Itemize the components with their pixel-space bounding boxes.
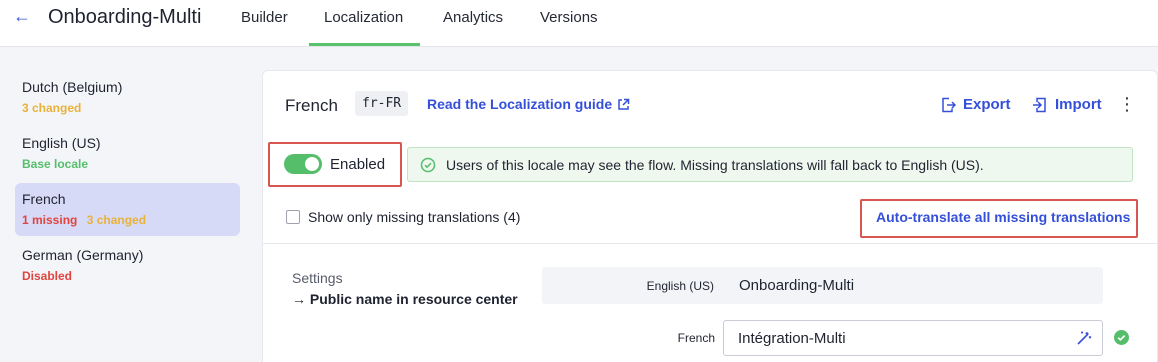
tab-versions[interactable]: Versions xyxy=(540,9,598,26)
enabled-label: Enabled xyxy=(330,156,386,173)
locale-name: German (Germany) xyxy=(22,247,144,263)
section-label: Settings xyxy=(292,270,343,286)
locale-item-french[interactable]: French 1 missing 3 changed xyxy=(15,183,240,236)
flow-title: Onboarding-Multi xyxy=(48,6,202,28)
export-label: Export xyxy=(963,96,1011,113)
check-circle-icon xyxy=(1114,330,1129,345)
missing-count: 1 missing xyxy=(22,213,78,227)
import-label: Import xyxy=(1055,96,1102,113)
locale-item-english-us[interactable]: English (US) Base locale xyxy=(15,127,240,180)
target-lang-label: French xyxy=(677,331,715,345)
translation-value: Intégration-Multi xyxy=(738,330,846,347)
enabled-toggle[interactable] xyxy=(284,154,322,174)
tab-analytics[interactable]: Analytics xyxy=(443,9,503,26)
autotranslate-button[interactable]: Auto-translate all missing translations xyxy=(876,209,1130,225)
locale-status: 3 changed xyxy=(22,101,81,115)
export-button[interactable]: Export xyxy=(940,96,1011,113)
locale-detail-card: French fr-FR Read the Localization guide… xyxy=(262,70,1158,362)
missing-only-label: Show only missing translations (4) xyxy=(308,209,521,225)
external-link-icon xyxy=(618,98,630,110)
locale-name: English (US) xyxy=(22,135,101,151)
more-options-icon[interactable]: ⋮ xyxy=(1118,95,1136,113)
locale-status: Disabled xyxy=(22,269,72,283)
magic-wand-icon[interactable] xyxy=(1076,330,1092,346)
locale-status: 1 missing 3 changed xyxy=(22,213,146,227)
info-text: Users of this locale may see the flow. M… xyxy=(446,157,984,173)
toggle-knob xyxy=(305,157,319,171)
active-tab-indicator xyxy=(309,43,420,46)
disabled-badge: Disabled xyxy=(22,269,73,283)
field-label: → Public name in resource center xyxy=(292,291,518,307)
arrow-left-icon[interactable]: ← xyxy=(12,6,32,26)
check-circle-icon xyxy=(420,157,436,173)
missing-only-checkbox[interactable] xyxy=(286,210,300,224)
locale-name: French xyxy=(22,191,66,207)
changed-count: 3 changed xyxy=(22,101,82,115)
tab-builder[interactable]: Builder xyxy=(241,9,288,26)
locale-title: French xyxy=(285,96,338,115)
localization-guide-link[interactable]: Read the Localization guide xyxy=(427,96,630,112)
locale-code: fr-FR xyxy=(355,91,409,116)
tab-localization[interactable]: Localization xyxy=(324,9,403,26)
top-bar: ← Onboarding-Multi Builder Localization … xyxy=(0,0,1158,47)
locale-name: Dutch (Belgium) xyxy=(22,79,123,95)
guide-link-label: Read the Localization guide xyxy=(427,96,613,112)
info-banner: Users of this locale may see the flow. M… xyxy=(407,147,1133,182)
changed-count: 3 changed xyxy=(86,213,147,227)
translation-input[interactable]: Intégration-Multi xyxy=(723,320,1103,356)
source-value: Onboarding-Multi xyxy=(739,277,855,294)
export-icon xyxy=(942,97,956,112)
source-lang-label: English (US) xyxy=(646,279,714,293)
import-icon xyxy=(1033,97,1046,112)
import-button[interactable]: Import xyxy=(1032,96,1102,113)
locale-item-german-germany[interactable]: German (Germany) Disabled xyxy=(15,239,240,292)
locale-item-dutch-belgium[interactable]: Dutch (Belgium) 3 changed xyxy=(15,71,240,124)
base-locale-badge: Base locale xyxy=(22,157,89,171)
divider xyxy=(263,243,1158,244)
locale-status: Base locale xyxy=(22,157,88,171)
